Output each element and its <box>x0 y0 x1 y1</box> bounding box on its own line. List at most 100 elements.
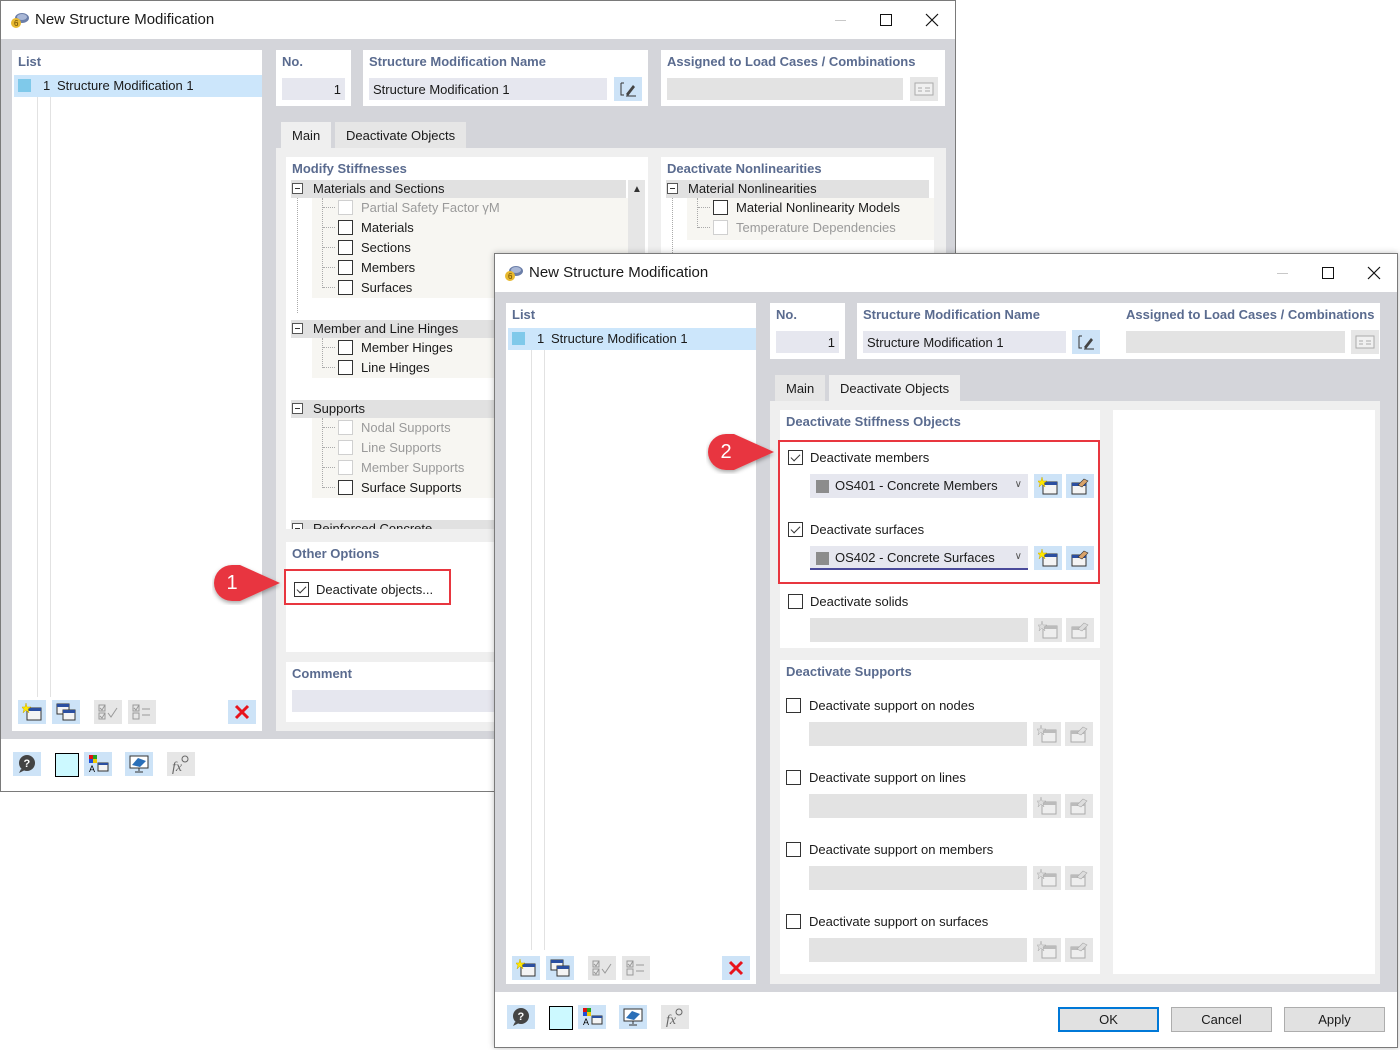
assigned-field[interactable] <box>667 78 903 100</box>
new-object-selection-button[interactable] <box>1033 866 1061 890</box>
color-swatch-button[interactable] <box>549 1006 573 1030</box>
tab-main[interactable]: Main <box>775 375 826 401</box>
new-object-selection-button[interactable] <box>1033 794 1061 818</box>
color-swatch-button[interactable] <box>55 753 79 777</box>
checkbox-partial-safety-factor[interactable] <box>338 200 353 215</box>
help-button[interactable]: ? <box>507 1005 535 1029</box>
list-item[interactable]: 1 Structure Modification 1 <box>14 75 262 97</box>
cancel-button[interactable]: Cancel <box>1171 1007 1272 1032</box>
checkbox-deactivate-solids[interactable] <box>788 594 803 609</box>
close-button[interactable] <box>909 1 955 39</box>
checkbox-surface-supports[interactable] <box>338 480 353 495</box>
apply-button[interactable]: Apply <box>1284 1007 1385 1032</box>
help-button[interactable]: ? <box>13 752 41 776</box>
copy-item-button[interactable] <box>52 700 80 724</box>
name-input[interactable]: Structure Modification 1 <box>369 78 607 100</box>
checkbox-label: Surface Supports <box>361 480 462 495</box>
collapse-icon[interactable] <box>292 183 303 194</box>
collapse-icon[interactable] <box>667 183 678 194</box>
tab-deactivate-objects[interactable]: Deactivate Objects <box>335 122 467 148</box>
tree-group-materials-sections[interactable]: Materials and Sections <box>291 180 626 198</box>
edit-object-selection-button[interactable] <box>1065 722 1093 746</box>
view-button[interactable] <box>125 752 153 776</box>
checkbox-deactivate-support-members[interactable] <box>786 842 801 857</box>
svg-text:?: ? <box>518 1011 525 1023</box>
checkbox-temperature-dependencies[interactable] <box>713 220 728 235</box>
checkbox-deactivate-support-surfaces[interactable] <box>786 914 801 929</box>
group-label: Reinforced Concrete <box>313 521 433 529</box>
maximize-button[interactable] <box>863 1 909 39</box>
checkbox-member-supports[interactable] <box>338 460 353 475</box>
tab-main[interactable]: Main <box>281 122 332 148</box>
delete-item-button[interactable] <box>722 956 750 980</box>
edit-object-selection-button[interactable] <box>1065 794 1093 818</box>
checkbox-sections[interactable] <box>338 240 353 255</box>
list-item-number: 1 <box>43 78 51 93</box>
collapse-icon[interactable] <box>292 403 303 414</box>
collapse-icon[interactable] <box>292 523 303 529</box>
ok-button[interactable]: OK <box>1058 1007 1159 1032</box>
checkbox-member-hinges[interactable] <box>338 340 353 355</box>
checkbox-deactivate-support-lines[interactable] <box>786 770 801 785</box>
edit-window-icon <box>1070 798 1088 815</box>
tree-line <box>323 247 335 248</box>
list-item[interactable]: 1 Structure Modification 1 <box>508 328 756 350</box>
checkbox-nodal-supports[interactable] <box>338 420 353 435</box>
minimize-button[interactable] <box>817 1 863 39</box>
name-input[interactable]: Structure Modification 1 <box>863 331 1066 353</box>
display-properties-button[interactable]: A <box>578 1005 606 1029</box>
edit-object-selection-button[interactable] <box>1065 938 1093 962</box>
edit-object-selection-button[interactable] <box>1066 618 1094 642</box>
new-object-selection-button[interactable] <box>1034 618 1062 642</box>
minimize-button[interactable] <box>1259 254 1305 292</box>
assign-load-cases-button[interactable] <box>1351 330 1379 354</box>
edit-name-button[interactable] <box>614 77 642 101</box>
solids-selection-field[interactable] <box>810 618 1028 642</box>
number-panel: No. 1 <box>276 50 351 106</box>
delete-item-button[interactable] <box>228 700 256 724</box>
monitor-icon <box>623 1008 643 1026</box>
tree-line <box>323 367 335 368</box>
support-lines-selection-field[interactable] <box>809 794 1027 818</box>
tree-group-material-nonlinearities[interactable]: Material Nonlinearities <box>666 180 929 198</box>
new-object-selection-button[interactable] <box>1033 722 1061 746</box>
edit-object-selection-button[interactable] <box>1065 866 1093 890</box>
support-nodes-selection-field[interactable] <box>809 722 1027 746</box>
callout-number: 2 <box>720 440 732 463</box>
checkbox-materials[interactable] <box>338 220 353 235</box>
formula-button[interactable]: fx <box>167 752 195 776</box>
checkbox-label: Material Nonlinearity Models <box>736 200 901 215</box>
check-all-button[interactable] <box>94 700 122 724</box>
number-field[interactable]: 1 <box>776 331 839 353</box>
close-button[interactable] <box>1351 254 1397 292</box>
collapse-icon[interactable] <box>292 323 303 334</box>
new-object-selection-button[interactable] <box>1033 938 1061 962</box>
new-item-button[interactable] <box>512 956 540 980</box>
toggle-check-icon <box>626 960 644 976</box>
support-surfaces-selection-field[interactable] <box>809 938 1027 962</box>
maximize-button[interactable] <box>1305 254 1351 292</box>
tab-deactivate-objects[interactable]: Deactivate Objects <box>829 375 961 401</box>
assign-load-cases-button[interactable] <box>910 77 938 101</box>
checkbox-deactivate-support-nodes[interactable] <box>786 698 801 713</box>
view-button[interactable] <box>619 1005 647 1029</box>
toggle-check-button[interactable] <box>128 700 156 724</box>
checkbox-line-supports[interactable] <box>338 440 353 455</box>
number-field[interactable]: 1 <box>282 78 345 100</box>
check-all-button[interactable] <box>588 956 616 980</box>
name-label: Structure Modification Name <box>369 54 546 69</box>
formula-button[interactable]: fx <box>661 1005 689 1029</box>
checkbox-members[interactable] <box>338 260 353 275</box>
scroll-up-icon[interactable]: ▲ <box>632 184 642 195</box>
toggle-check-button[interactable] <box>622 956 650 980</box>
display-properties-button[interactable]: A <box>84 752 112 776</box>
copy-item-button[interactable] <box>546 956 574 980</box>
new-item-button[interactable] <box>18 700 46 724</box>
deactivate-stiffness-objects-header: Deactivate Stiffness Objects <box>786 414 961 429</box>
checkbox-line-hinges[interactable] <box>338 360 353 375</box>
checkbox-surfaces[interactable] <box>338 280 353 295</box>
checkbox-material-nonlinearity-models[interactable] <box>713 200 728 215</box>
assigned-field[interactable] <box>1126 331 1345 353</box>
edit-name-button[interactable] <box>1072 330 1100 354</box>
support-members-selection-field[interactable] <box>809 866 1027 890</box>
